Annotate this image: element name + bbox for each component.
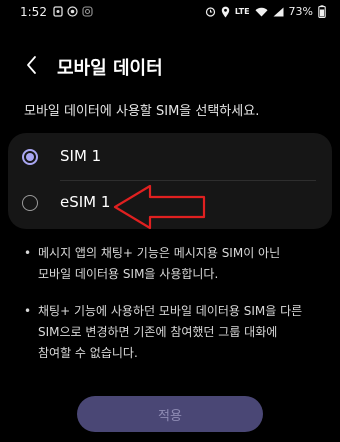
apply-button[interactable]: 적용 [77, 396, 263, 432]
info-note-chat-plus: • 메시지 앱의 채팅+ 기능은 메시지용 SIM이 아닌 모바일 데이터용 S… [24, 243, 324, 285]
back-button[interactable] [20, 52, 44, 78]
note-bullet: • [24, 304, 32, 318]
back-arrow-icon [27, 56, 36, 74]
page-title: 모바일 데이터 [57, 58, 163, 79]
note-bullet: • [24, 246, 32, 260]
network-type: LTE [234, 7, 250, 16]
sim-option-label: SIM 1 [60, 147, 102, 165]
status-right-icons: LTE 73% [205, 5, 326, 18]
app-header: 모바일 데이터 [0, 44, 340, 88]
instagram-icon [82, 6, 93, 17]
note-line: 모바일 데이터용 SIM을 사용합니다. [38, 267, 219, 281]
wifi-icon [255, 7, 268, 16]
radio-selected-icon[interactable] [22, 149, 38, 165]
target-icon [67, 6, 78, 17]
note-line: 채팅+ 기능에 사용하던 모바일 데이터용 SIM을 다른 [38, 304, 303, 318]
sim-option-label: eSIM 1 [60, 193, 111, 211]
location-icon [221, 6, 230, 17]
status-left-icons [53, 6, 93, 17]
note-line: SIM으로 변경하면 기존에 참여했던 그룹 대화에 [38, 325, 278, 339]
radio-unselected-icon[interactable] [22, 195, 38, 211]
status-time: 1:52 [20, 5, 47, 19]
alarm-icon [205, 7, 215, 17]
note-line: 메시지 앱의 채팅+ 기능은 메시지용 SIM이 아닌 [38, 246, 281, 260]
info-note-group-chat: • 채팅+ 기능에 사용하던 모바일 데이터용 SIM을 다른 SIM으로 변경… [24, 301, 324, 364]
instruction-text: 모바일 데이터에 사용할 SIM을 선택하세요. [24, 104, 260, 119]
battery-icon [318, 5, 326, 18]
status-bar: 1:52 LTE 73% [0, 0, 340, 26]
battery-percent: 73% [288, 5, 313, 18]
signal-icon [273, 7, 284, 16]
note-line: 참여할 수 없습니다. [38, 346, 138, 360]
sim-option-sim1[interactable]: SIM 1 [8, 135, 332, 181]
notification-icon [53, 6, 63, 17]
annotation-arrow-icon [113, 184, 206, 230]
